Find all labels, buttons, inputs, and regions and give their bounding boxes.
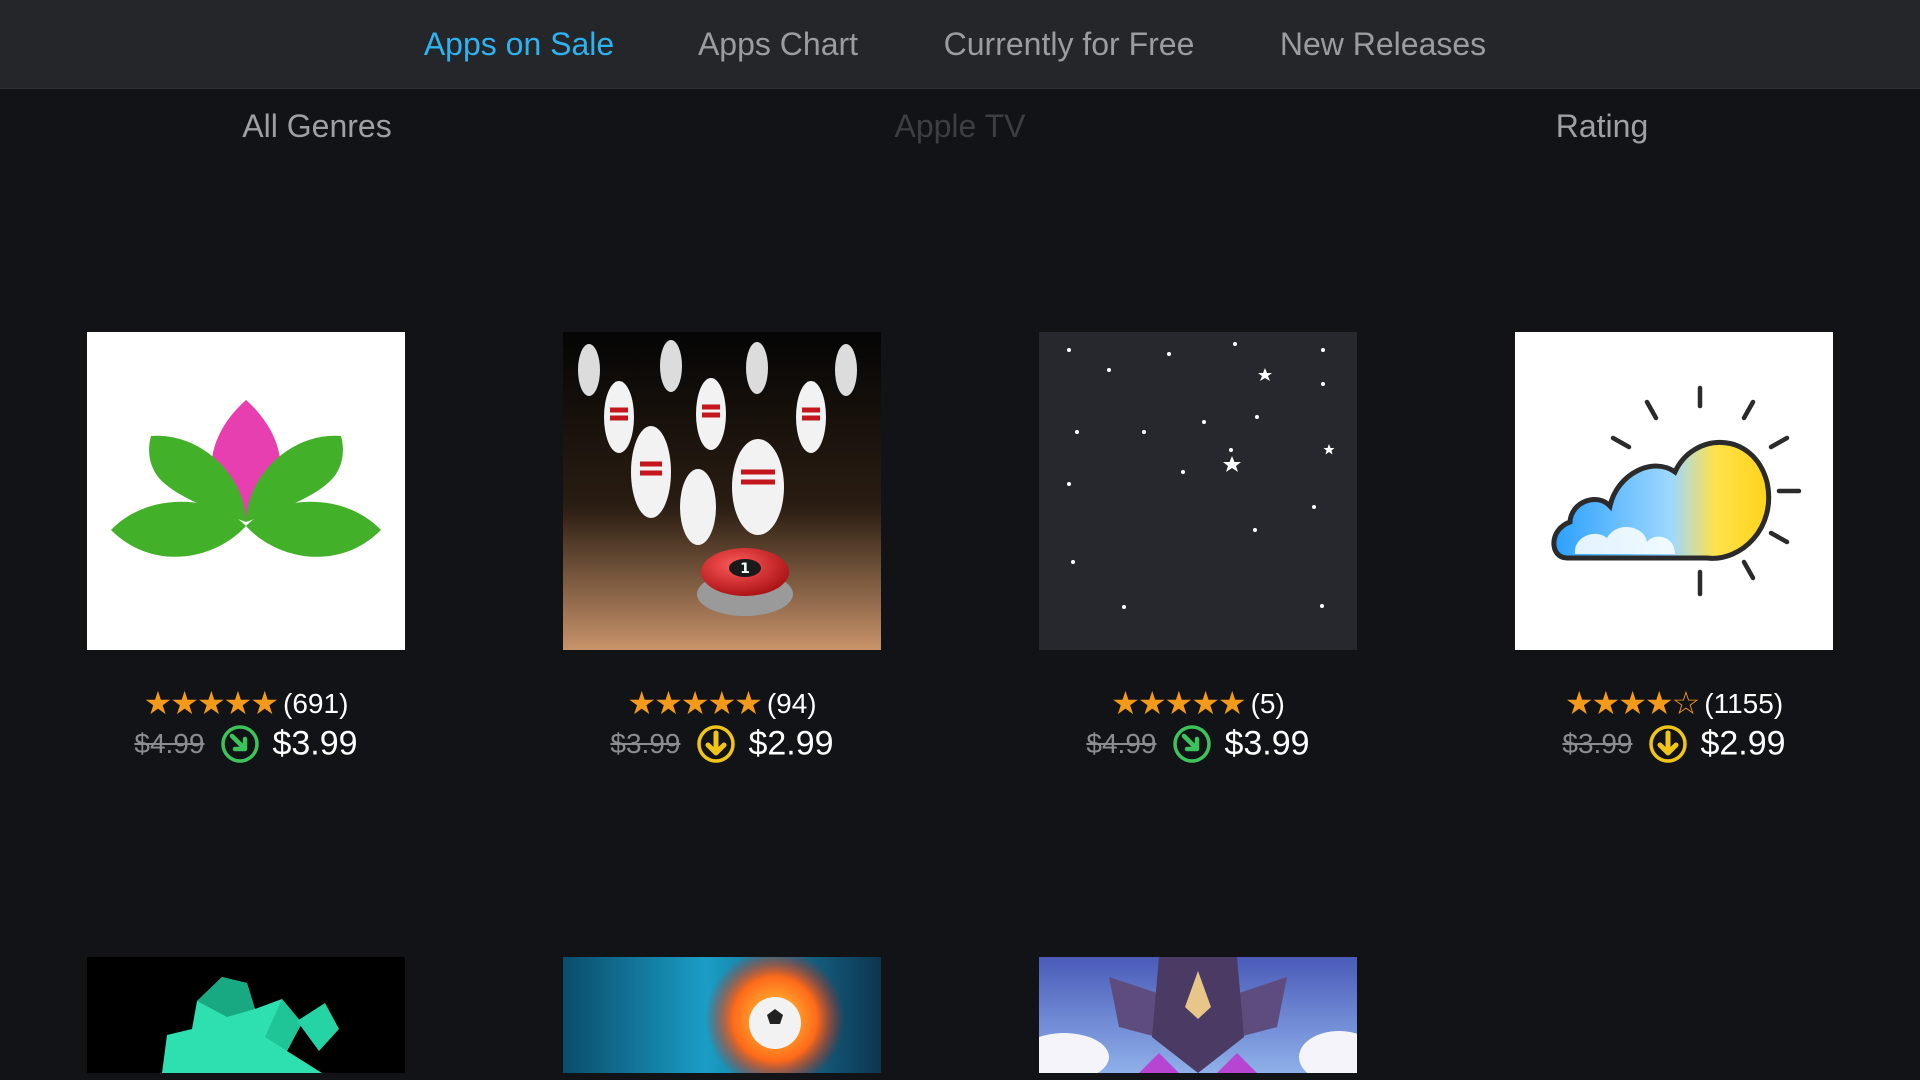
rating-count: (691) [283,688,349,719]
svg-text:1: 1 [740,561,750,577]
price-row: $3.99 $2.99 [1475,724,1873,764]
price-row: $4.99 $3.99 [47,724,445,764]
tab-apps-on-sale[interactable]: Apps on Sale [424,0,614,89]
price-drop-icon [220,724,260,764]
rating-count: (94) [766,688,817,719]
rating: ★★★★☆ (1155) [1475,684,1873,722]
rating: ★★★★★ (5) [999,684,1397,722]
top-navigation: Apps on Sale Apps Chart Currently for Fr… [0,0,1920,89]
rating-count: (5) [1250,688,1285,719]
rating: ★★★★★ (691) [47,684,445,722]
platform-filter[interactable]: Apple TV [894,108,1025,145]
sale-price: $2.99 [748,724,834,763]
dragon-icon[interactable] [1039,957,1357,1073]
star-rating: ★★★★★ [143,685,279,721]
star-rating: ★★★★☆ [1564,685,1700,721]
price-row: $4.99 $3.99 [999,724,1397,764]
old-price: $3.99 [610,728,681,759]
price-down-arrow-icon [1648,724,1688,764]
sale-price: $2.99 [1700,724,1786,763]
crystal-hand-icon[interactable] [87,957,405,1073]
old-price: $4.99 [134,728,205,759]
old-price: $3.99 [1562,728,1633,759]
tab-apps-chart[interactable]: Apps Chart [698,0,858,89]
sale-price: $3.99 [272,724,358,763]
price-down-arrow-icon [696,724,736,764]
rating-count: (1155) [1704,688,1784,719]
moon-icon[interactable] [1039,332,1357,650]
tab-currently-for-free[interactable]: Currently for Free [944,0,1195,89]
sale-price: $3.99 [1224,724,1310,763]
star-rating: ★★★★★ [627,685,762,721]
bowling-icon[interactable]: 1 [563,332,881,650]
genre-filter[interactable]: All Genres [242,108,391,145]
sort-filter[interactable]: Rating [1556,108,1649,145]
rating: ★★★★★ (94) [523,684,921,722]
star-rating: ★★★★★ [1111,685,1246,721]
lotus-icon[interactable] [87,332,405,650]
price-row: $3.99 $2.99 [523,724,921,764]
fireball-football-icon[interactable] [563,957,881,1073]
weather-icon[interactable] [1515,332,1833,650]
price-drop-icon [1172,724,1212,764]
tab-new-releases[interactable]: New Releases [1280,0,1486,89]
old-price: $4.99 [1086,728,1157,759]
